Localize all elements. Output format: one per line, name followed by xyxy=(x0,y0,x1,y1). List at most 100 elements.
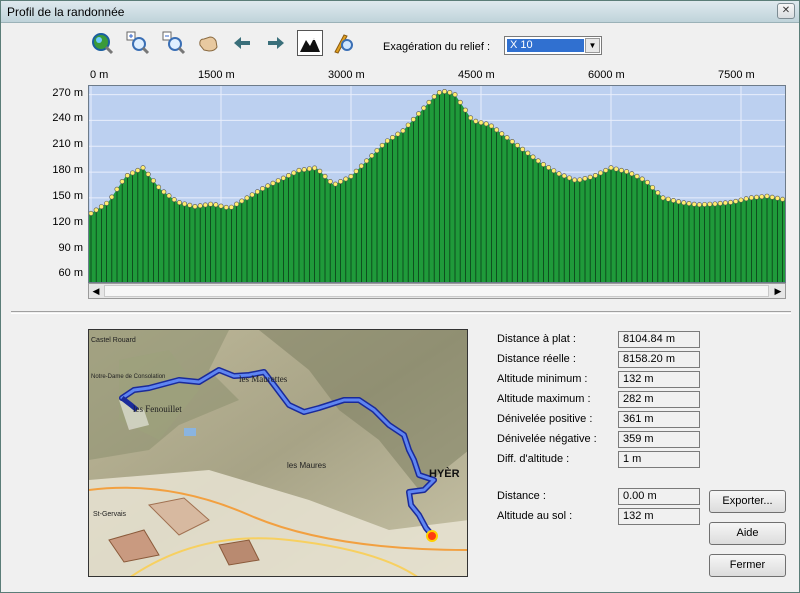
sample-point xyxy=(509,139,515,145)
route-map[interactable]: Castel Rouard Notre-Dame de Consolation … xyxy=(88,329,468,577)
sample-point xyxy=(478,120,484,126)
toolbar xyxy=(89,30,369,58)
sample-point xyxy=(104,200,110,206)
sample-point xyxy=(166,193,172,199)
sample-point xyxy=(416,111,422,117)
chevron-down-icon[interactable]: ▼ xyxy=(585,38,600,53)
sample-point xyxy=(249,192,255,198)
stat-label: Altitude minimum : xyxy=(497,373,588,385)
x-tick-label: 4500 m xyxy=(458,69,495,81)
sample-point xyxy=(707,201,713,207)
sample-point xyxy=(322,173,328,179)
map-label: les Maurettes xyxy=(239,374,288,384)
exaggeration-select[interactable]: X 10 ▼ xyxy=(504,36,602,55)
stat-value: 1 m xyxy=(618,451,700,468)
stat-value: 8104.84 m xyxy=(618,331,700,348)
close-window-button[interactable]: ✕ xyxy=(777,3,795,19)
terrain-view-icon[interactable] xyxy=(297,30,323,56)
elevation-profile-chart[interactable] xyxy=(88,85,786,283)
sample-point xyxy=(114,186,120,192)
map-label: Notre-Dame de Consolation xyxy=(91,374,165,380)
profile-window: Profil de la randonnée ✕ Exagération du … xyxy=(0,0,800,593)
sample-point xyxy=(572,177,578,183)
map-label: HYÈR xyxy=(429,467,460,480)
sample-point xyxy=(670,197,676,203)
sample-point xyxy=(780,196,785,202)
sample-point xyxy=(98,204,104,210)
globe-search-icon[interactable] xyxy=(89,30,115,56)
cursor-altitude-value: 132 m xyxy=(618,508,700,525)
sample-point xyxy=(124,173,130,179)
sample-point xyxy=(150,178,156,184)
sample-point xyxy=(473,118,479,124)
sample-point xyxy=(514,142,520,148)
sample-point xyxy=(239,198,245,204)
sample-point xyxy=(561,173,567,179)
y-tick-label: 180 m xyxy=(52,164,83,177)
sample-point xyxy=(369,153,375,159)
scroll-left-icon[interactable]: ◀ xyxy=(89,284,103,298)
arrow-left-icon[interactable] xyxy=(229,30,255,56)
help-button[interactable]: Aide xyxy=(709,522,786,545)
sample-point xyxy=(686,201,692,207)
zoom-out-icon[interactable] xyxy=(161,30,187,56)
hand-pan-icon[interactable] xyxy=(195,30,221,56)
exaggeration-value: X 10 xyxy=(507,39,584,52)
sample-point xyxy=(270,180,276,186)
sample-point xyxy=(197,203,203,209)
stat-value: 8158.20 m xyxy=(618,351,700,368)
scroll-thumb[interactable] xyxy=(104,285,769,297)
sample-point xyxy=(488,123,494,129)
x-tick-label: 6000 m xyxy=(588,69,625,81)
sample-point xyxy=(462,107,468,113)
sample-point xyxy=(452,92,458,98)
sample-point xyxy=(228,204,234,210)
sample-point xyxy=(691,201,697,207)
close-button[interactable]: Fermer xyxy=(709,554,786,577)
sample-point xyxy=(603,167,609,173)
sample-point xyxy=(748,195,754,201)
profile-scrollbar[interactable]: ◀ ▶ xyxy=(88,283,786,299)
stat-label: Distance réelle : xyxy=(497,353,576,365)
y-tick-label: 60 m xyxy=(58,267,83,280)
sample-point xyxy=(525,150,531,156)
sample-point xyxy=(592,173,598,179)
sample-point xyxy=(431,94,437,100)
sample-point xyxy=(161,189,167,195)
profile-tool-icon[interactable] xyxy=(331,30,357,56)
sample-point xyxy=(410,116,416,122)
x-tick-label: 3000 m xyxy=(328,69,365,81)
sample-point xyxy=(457,99,463,105)
sample-point xyxy=(374,148,380,154)
sample-point xyxy=(332,181,338,187)
sample-point xyxy=(327,179,333,185)
arrow-right-icon[interactable] xyxy=(263,30,289,56)
stat-label: Altitude maximum : xyxy=(497,393,591,405)
x-tick-label: 1500 m xyxy=(198,69,235,81)
sample-point xyxy=(119,179,125,185)
sample-point xyxy=(436,90,442,96)
sample-point xyxy=(400,128,406,134)
sample-point xyxy=(738,197,744,203)
sample-point xyxy=(598,170,604,176)
stat-value: 359 m xyxy=(618,431,700,448)
sample-point xyxy=(764,193,770,199)
sample-point xyxy=(405,122,411,128)
sample-point xyxy=(421,105,427,111)
sample-point xyxy=(728,199,734,205)
y-tick-label: 270 m xyxy=(52,86,83,99)
sample-point xyxy=(182,201,188,207)
sample-point xyxy=(650,185,656,191)
zoom-in-icon[interactable] xyxy=(125,30,151,56)
sample-point xyxy=(608,165,614,171)
sample-point xyxy=(187,202,193,208)
sample-point xyxy=(317,168,323,174)
sample-point xyxy=(442,89,448,95)
y-tick-label: 240 m xyxy=(52,112,83,125)
sample-point xyxy=(343,176,349,182)
scroll-right-icon[interactable]: ▶ xyxy=(771,284,785,298)
sample-point xyxy=(629,171,635,177)
export-button[interactable]: Exporter... xyxy=(709,490,786,513)
sample-point xyxy=(644,179,650,185)
sample-point xyxy=(208,201,214,207)
